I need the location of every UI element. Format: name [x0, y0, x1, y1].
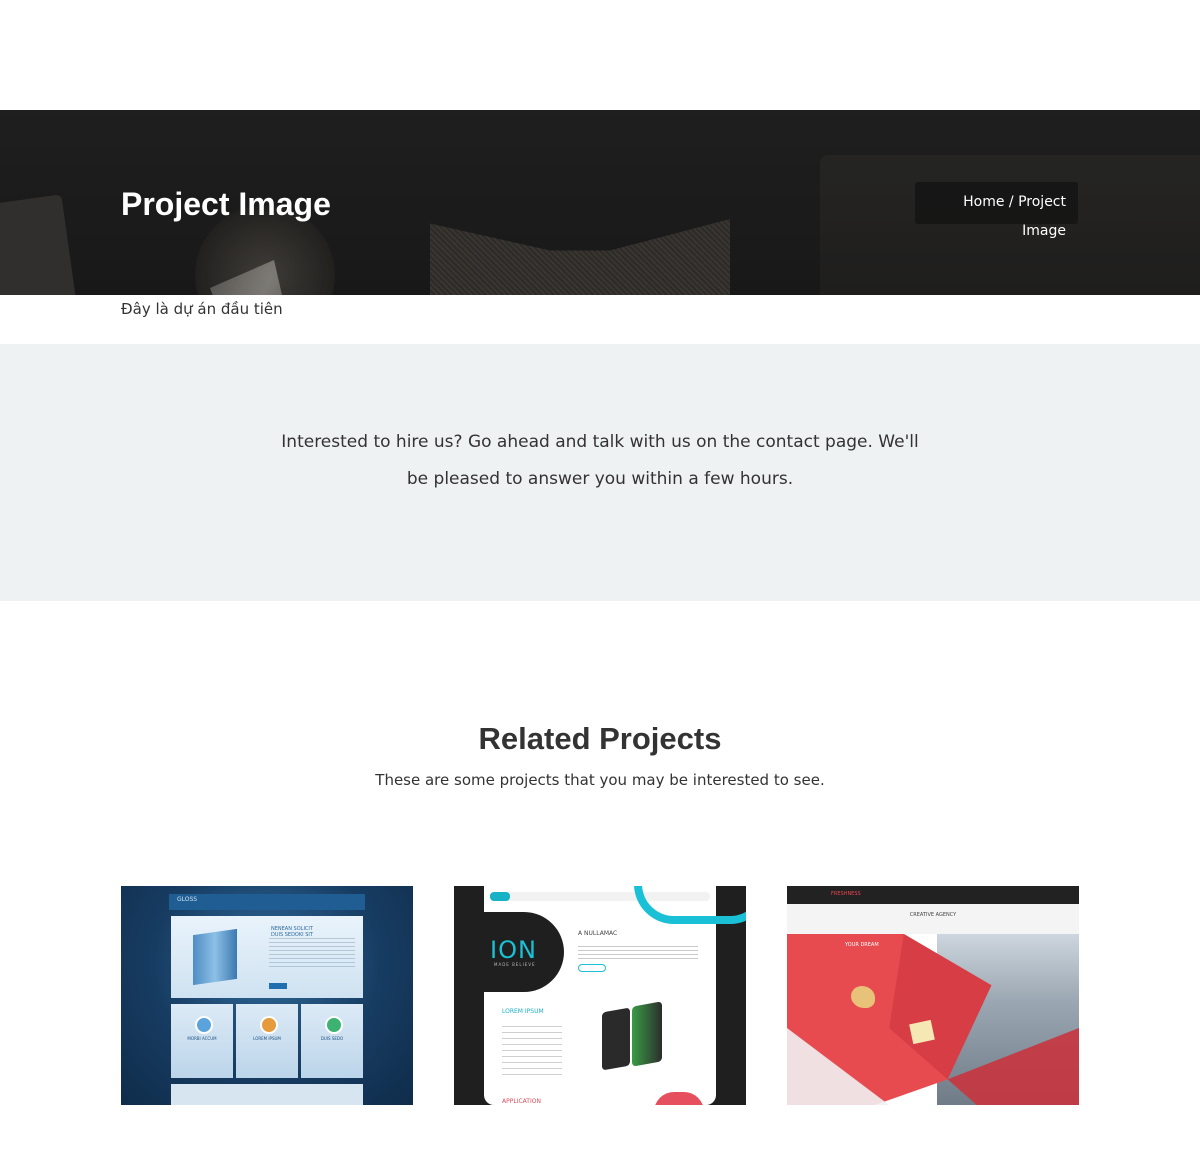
breadcrumb-separator: /: [1004, 194, 1019, 210]
thumb-title-band: [787, 904, 1079, 934]
thumb-logo: ION: [490, 936, 537, 964]
thumb-heading: NENEAN SOLICIT DUIS SEDOKI SIT: [271, 926, 313, 938]
thumb-subheading: YOUR DREAM: [845, 942, 879, 948]
thumb-feature-card: DUIS SEDO: [301, 1004, 363, 1078]
feature-icon: [195, 1016, 213, 1034]
thumb-heading: A NULLAMAC: [578, 930, 618, 937]
contact-cta-text: Interested to hire us? Go ahead and talk…: [281, 432, 919, 489]
related-project-thumbnail-1[interactable]: GLOSS NENEAN SOLICIT DUIS SEDOKI SIT MORB…: [121, 886, 413, 1105]
thumb-section-label: APPLICATION: [502, 1098, 541, 1105]
thumb-feature-card: LOREM IPSUM: [236, 1004, 298, 1078]
phone-icon: [602, 1007, 630, 1071]
project-description: Đây là dự án đầu tiên: [121, 300, 283, 318]
thumb-button: [269, 983, 287, 989]
thumb-nav-active: [490, 892, 510, 901]
feature-icon: [325, 1016, 343, 1034]
circuit-board-icon: [632, 1001, 662, 1067]
feature-icon: [260, 1016, 278, 1034]
contact-cta-section: Interested to hire us? Go ahead and talk…: [0, 344, 1200, 601]
page-hero: Project Image Home / Project Image: [0, 110, 1200, 295]
thumb-logo: FRESHNESS: [831, 891, 861, 897]
feature-label: DUIS SEDO: [320, 1036, 344, 1041]
thumb-label: PRO Level: [913, 1096, 934, 1101]
related-projects-subtitle: These are some projects that you may be …: [375, 771, 825, 789]
thumb-text-lines: [578, 946, 698, 960]
thumb-navbar: [169, 894, 365, 910]
related-projects-title: Related Projects: [478, 721, 722, 756]
breadcrumb-home-link[interactable]: Home: [963, 194, 1004, 210]
thumb-logo: GLOSS: [177, 896, 198, 903]
feature-label: MORBI ACCUM: [187, 1036, 217, 1041]
building-icon: [193, 928, 237, 986]
thumb-button: [578, 964, 606, 972]
feature-label: LOREM IPSUM: [253, 1036, 281, 1041]
palette-icon: [851, 986, 875, 1008]
thumb-subheading: LOREM IPSUM: [502, 1008, 544, 1015]
thumb-tagline: MADE BELIEVE: [494, 962, 536, 967]
related-project-thumbnail-2[interactable]: ION MADE BELIEVE A NULLAMAC LOREM IPSUM …: [454, 886, 746, 1105]
thumb-footer-panel: [171, 1084, 363, 1105]
related-project-thumbnail-3[interactable]: FRESHNESS CREATIVE AGENCY YOUR DREAM PRO…: [787, 886, 1079, 1105]
thumb-heading: CREATIVE AGENCY: [909, 912, 957, 918]
page-title: Project Image: [121, 186, 331, 222]
thumb-list-lines: [502, 1026, 562, 1076]
breadcrumb-current: Project Image: [1018, 194, 1066, 239]
thumb-text-lines: [269, 938, 355, 968]
thumb-feature-card: MORBI ACCUM: [171, 1004, 233, 1078]
breadcrumb: Home / Project Image: [915, 182, 1078, 239]
